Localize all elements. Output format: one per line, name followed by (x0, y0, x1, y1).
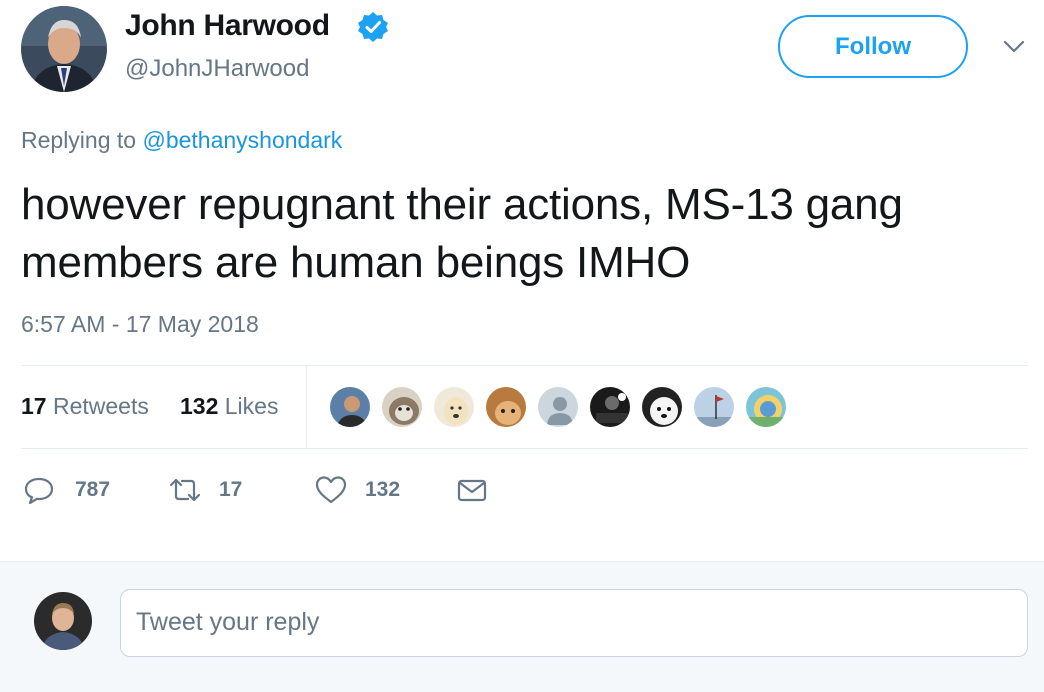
direct-message-action[interactable] (455, 470, 489, 510)
likes-label: Likes (224, 393, 279, 419)
stats-divider (306, 366, 307, 448)
replying-to-link[interactable]: @bethanyshondark (142, 127, 342, 153)
author-display-name[interactable]: John Harwood (125, 9, 330, 43)
retweet-count: 17 (219, 478, 243, 501)
reply-count: 787 (75, 478, 111, 501)
liker-avatar[interactable] (432, 385, 476, 429)
liker-avatar[interactable] (484, 385, 528, 429)
tweet-stats: 17 Retweets 132 Likes (21, 366, 1028, 448)
author-avatar[interactable] (21, 6, 107, 92)
chevron-down-icon[interactable] (1001, 36, 1027, 58)
liker-avatar[interactable] (328, 385, 372, 429)
reply-action[interactable]: 787 (21, 470, 110, 510)
liker-avatar[interactable] (692, 385, 736, 429)
reply-composer: Tweet your reply (0, 561, 1044, 692)
tweet-timestamp[interactable]: 6:57 AM - 17 May 2018 (21, 311, 259, 338)
verified-badge-icon (358, 12, 388, 42)
retweets-count: 17 (21, 393, 47, 419)
liker-avatar[interactable] (744, 385, 788, 429)
replying-prefix: Replying to (21, 127, 137, 153)
reply-icon (24, 477, 54, 505)
like-action[interactable]: 132 (313, 470, 400, 510)
likes-count: 132 (180, 393, 219, 419)
heart-icon (315, 476, 347, 504)
retweets-label: Retweets (52, 393, 149, 419)
envelope-icon (457, 479, 487, 502)
likes-stat[interactable]: 132 Likes (180, 393, 278, 420)
like-count: 132 (365, 478, 401, 501)
reply-input[interactable]: Tweet your reply (120, 589, 1028, 657)
liker-avatar-default[interactable] (536, 385, 580, 429)
retweet-icon (169, 478, 201, 502)
current-user-avatar[interactable] (34, 592, 92, 650)
liker-avatar[interactable] (588, 385, 632, 429)
replying-to-line: Replying to @bethanyshondark (21, 127, 342, 154)
liker-avatar[interactable] (640, 385, 684, 429)
author-handle[interactable]: @JohnJHarwood (125, 55, 309, 83)
tweet-text: however repugnant their actions, MS-13 g… (21, 180, 903, 287)
retweets-stat[interactable]: 17 Retweets (21, 393, 149, 420)
retweet-action[interactable]: 17 (167, 470, 242, 510)
liker-avatar[interactable] (380, 385, 424, 429)
divider (21, 448, 1028, 449)
follow-button[interactable]: Follow (778, 15, 968, 78)
